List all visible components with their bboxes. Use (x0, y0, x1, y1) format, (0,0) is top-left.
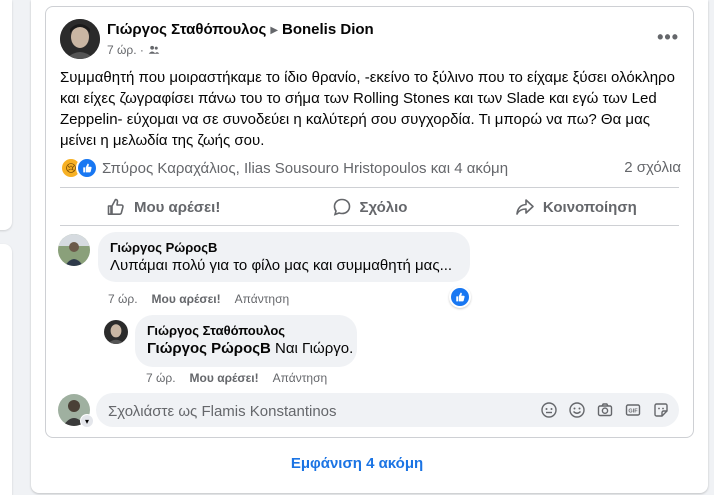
svg-text:GIF: GIF (628, 409, 638, 415)
post-author-line: Γιώργος Σταθόπουλος ▶ Bonelis Dion (107, 21, 374, 38)
shared-post: Γιώργος Σταθόπουλος ▶ Bonelis Dion 7 ώρ. ·… (45, 6, 694, 438)
author-name[interactable]: Γιώργος Σταθόπουλος (107, 21, 266, 38)
reply-actions: 7 ώρ. Μου αρέσει! Απάντηση (146, 371, 327, 385)
reactions-names[interactable]: Σπύρος Καραχάλιος, Ilias Sousouro Hristo… (102, 160, 508, 177)
comment-author[interactable]: Γιώργος ΡώροςΒ (110, 240, 458, 255)
like-button[interactable]: Μου αρέσει! (60, 189, 266, 225)
avatar-icon[interactable] (539, 400, 559, 420)
emoji-icon[interactable] (567, 400, 587, 420)
composer-icons: GIF (539, 400, 671, 420)
post-actions: Μου αρέσει! Σχόλιο Κοινοποίηση (60, 189, 679, 225)
comment-input[interactable] (106, 393, 530, 429)
show-more-link[interactable]: Εμφάνιση 4 ακόμη (0, 455, 714, 472)
share-button[interactable]: Κοινοποίηση (473, 189, 679, 225)
arrow-right-icon: ▶ (270, 25, 279, 36)
post-time[interactable]: 7 ώρ. · (107, 43, 144, 57)
comment-text: Λυπάμαι πολύ για το φίλο μας και συμμαθη… (110, 257, 453, 274)
gif-icon[interactable]: GIF (623, 400, 643, 420)
chevron-down-icon[interactable]: ▾ (80, 414, 94, 428)
target-name[interactable]: Bonelis Dion (282, 21, 374, 38)
comment-reply-button[interactable]: Απάντηση (235, 292, 290, 306)
comment-button[interactable]: Σχόλιο (266, 189, 472, 225)
reply-text: Γιώργος ΡώροςΒ Ναι Γιώργο. (147, 340, 353, 357)
commenter-avatar[interactable] (58, 234, 90, 266)
comments-count[interactable]: 2 σχόλια (624, 159, 681, 176)
friends-icon (148, 45, 160, 54)
reply-like-button[interactable]: Μου αρέσει! (190, 371, 259, 385)
camera-icon[interactable] (595, 400, 615, 420)
reply-time[interactable]: 7 ώρ. (146, 371, 176, 385)
reactions-summary[interactable]: 😢 Σπύρος Καραχάλιος, Ilias Sousouro Hris… (60, 157, 508, 179)
comment-time[interactable]: 7 ώρ. (108, 292, 138, 306)
share-icon (516, 199, 534, 215)
reply-bubble: Γιώργος Σταθόπουλος Γιώργος ΡώροςΒ Ναι Γ… (135, 315, 357, 367)
share-label: Κοινοποίηση (542, 198, 637, 216)
comment-like-button[interactable]: Μου αρέσει! (152, 292, 221, 306)
like-reaction-icon (76, 157, 98, 179)
comment-label: Σχόλιο (359, 198, 408, 216)
comment-icon (333, 198, 350, 216)
comment-composer: GIF (96, 393, 679, 429)
divider (60, 187, 679, 188)
reply-author[interactable]: Γιώργος Σταθόπουλος (147, 323, 345, 338)
reply-body: Ναι Γιώργο. (270, 340, 354, 357)
post-text: Συμμαθητή που μοιραστήκαμε το ίδιο θρανί… (60, 69, 675, 149)
comment-actions: 7 ώρ. Μου αρέσει! Απάντηση (108, 292, 289, 306)
post-meta: 7 ώρ. · (107, 43, 160, 57)
comment-bubble: Γιώργος ΡώροςΒ Λυπάμαι πολύ για το φίλο … (98, 232, 470, 282)
comment-like-badge-icon[interactable] (449, 286, 471, 308)
divider (60, 225, 679, 226)
previous-post-card (0, 0, 12, 230)
reply-mention[interactable]: Γιώργος ΡώροςΒ (147, 340, 271, 357)
like-label: Μου αρέσει! (133, 198, 221, 216)
reply-avatar[interactable] (104, 320, 128, 344)
author-avatar[interactable] (60, 19, 100, 59)
more-options-icon[interactable]: ••• (657, 27, 679, 48)
sticker-icon[interactable] (651, 400, 671, 420)
reply-reply-button[interactable]: Απάντηση (273, 371, 328, 385)
thumbs-up-icon (107, 198, 124, 215)
